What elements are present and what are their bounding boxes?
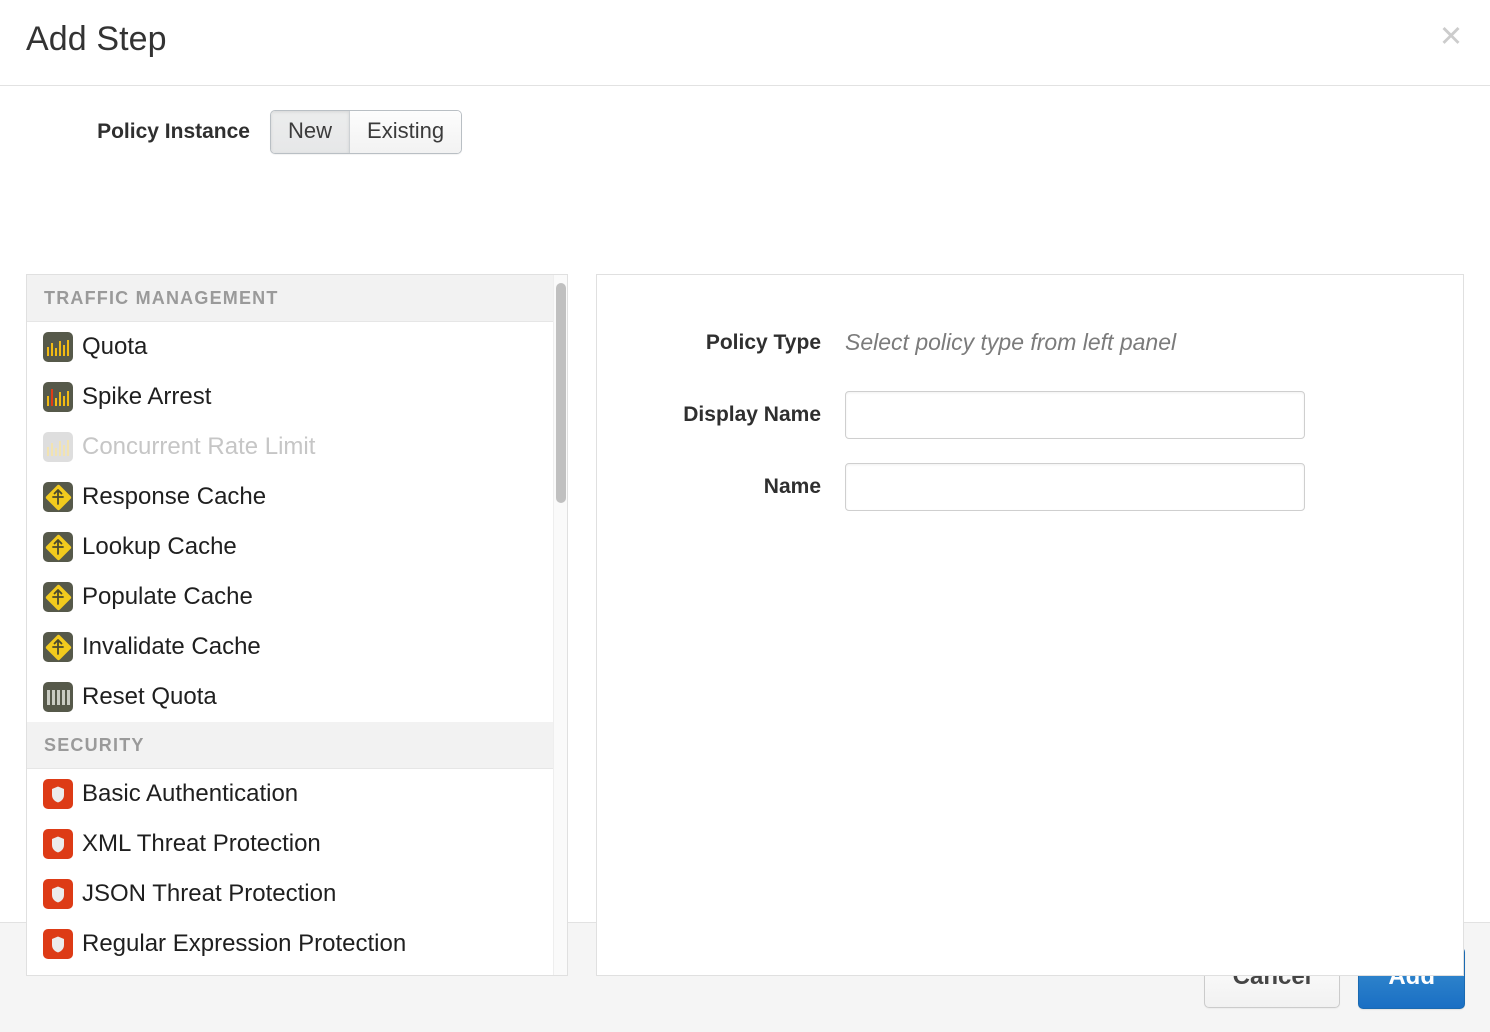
policy-instance-label: Policy Instance <box>0 120 270 144</box>
cache-diamond-icon <box>43 532 73 562</box>
policy-item-lookup-cache[interactable]: Lookup Cache <box>27 522 553 572</box>
policy-item-label: Basic Authentication <box>82 780 298 808</box>
policy-type-row: Policy Type Select policy type from left… <box>597 329 1463 356</box>
toggle-option-new[interactable]: New <box>271 111 349 153</box>
cache-diamond-icon <box>43 482 73 512</box>
policy-item-label: Reset Quota <box>82 683 217 711</box>
policy-item-label: Spike Arrest <box>82 383 211 411</box>
cache-arrow-glyph <box>43 632 73 662</box>
policy-item-label: Concurrent Rate Limit <box>82 433 315 461</box>
list-scrollbar[interactable] <box>553 275 567 975</box>
panels: TRAFFIC MANAGEMENT Quota Spike Arrest <box>26 274 1464 976</box>
close-icon[interactable]: ✕ <box>1436 22 1466 52</box>
add-step-dialog: Add Step ✕ Policy Instance New Existing … <box>0 0 1490 1032</box>
policy-item-label: Quota <box>82 333 147 361</box>
policy-instance-toggle[interactable]: New Existing <box>270 110 462 154</box>
bar-chart-icon <box>43 382 73 412</box>
policy-item-json-threat-protection[interactable]: JSON Threat Protection <box>27 869 553 919</box>
page-title: Add Step <box>26 20 167 59</box>
policy-type-label: Policy Type <box>597 331 845 355</box>
policy-item-label: Lookup Cache <box>82 533 237 561</box>
display-name-row: Display Name <box>597 391 1463 439</box>
policy-item-regular-expression-protection[interactable]: Regular Expression Protection <box>27 919 553 969</box>
cache-diamond-icon <box>43 582 73 612</box>
policy-item-invalidate-cache[interactable]: Invalidate Cache <box>27 622 553 672</box>
display-name-label: Display Name <box>597 403 845 427</box>
dialog-header: Add Step ✕ <box>0 0 1490 86</box>
policy-item-reset-quota[interactable]: Reset Quota <box>27 672 553 722</box>
policy-type-value: Select policy type from left panel <box>845 329 1176 356</box>
policy-list: TRAFFIC MANAGEMENT Quota Spike Arrest <box>27 275 553 975</box>
policy-item-label: XML Threat Protection <box>82 830 321 858</box>
shield-icon <box>43 829 73 859</box>
policy-item-label: JSON Threat Protection <box>82 880 336 908</box>
policy-item-label: Populate Cache <box>82 583 253 611</box>
cache-arrow-glyph <box>43 532 73 562</box>
policy-item-populate-cache[interactable]: Populate Cache <box>27 572 553 622</box>
toggle-option-existing[interactable]: Existing <box>349 111 461 153</box>
name-label: Name <box>597 475 845 499</box>
policy-item-label: Regular Expression Protection <box>82 930 406 958</box>
policy-item-concurrent-rate-limit: Concurrent Rate Limit <box>27 422 553 472</box>
policy-item-quota[interactable]: Quota <box>27 322 553 372</box>
policy-item-spike-arrest[interactable]: Spike Arrest <box>27 372 553 422</box>
group-header-traffic-management: TRAFFIC MANAGEMENT <box>27 275 553 322</box>
flat-bars-icon <box>43 682 73 712</box>
dialog-body: Policy Instance New Existing TRAFFIC MAN… <box>0 86 1490 922</box>
list-scrollbar-thumb[interactable] <box>556 283 566 503</box>
policy-item-label: Invalidate Cache <box>82 633 261 661</box>
group-header-security: SECURITY <box>27 722 553 769</box>
name-row: Name <box>597 463 1463 511</box>
cache-arrow-glyph <box>43 482 73 512</box>
policy-item-response-cache[interactable]: Response Cache <box>27 472 553 522</box>
policy-item-xml-threat-protection[interactable]: XML Threat Protection <box>27 819 553 869</box>
policy-item-label: Response Cache <box>82 483 266 511</box>
cache-arrow-glyph <box>43 582 73 612</box>
policy-list-panel: TRAFFIC MANAGEMENT Quota Spike Arrest <box>26 274 568 976</box>
bar-chart-icon <box>43 432 73 462</box>
shield-icon <box>43 929 73 959</box>
display-name-input[interactable] <box>845 391 1305 439</box>
policy-instance-row: Policy Instance New Existing <box>0 110 462 154</box>
shield-icon <box>43 879 73 909</box>
policy-item-basic-authentication[interactable]: Basic Authentication <box>27 769 553 819</box>
shield-icon <box>43 779 73 809</box>
bar-chart-icon <box>43 332 73 362</box>
policy-detail-panel: Policy Type Select policy type from left… <box>596 274 1464 976</box>
cache-diamond-icon <box>43 632 73 662</box>
name-input[interactable] <box>845 463 1305 511</box>
